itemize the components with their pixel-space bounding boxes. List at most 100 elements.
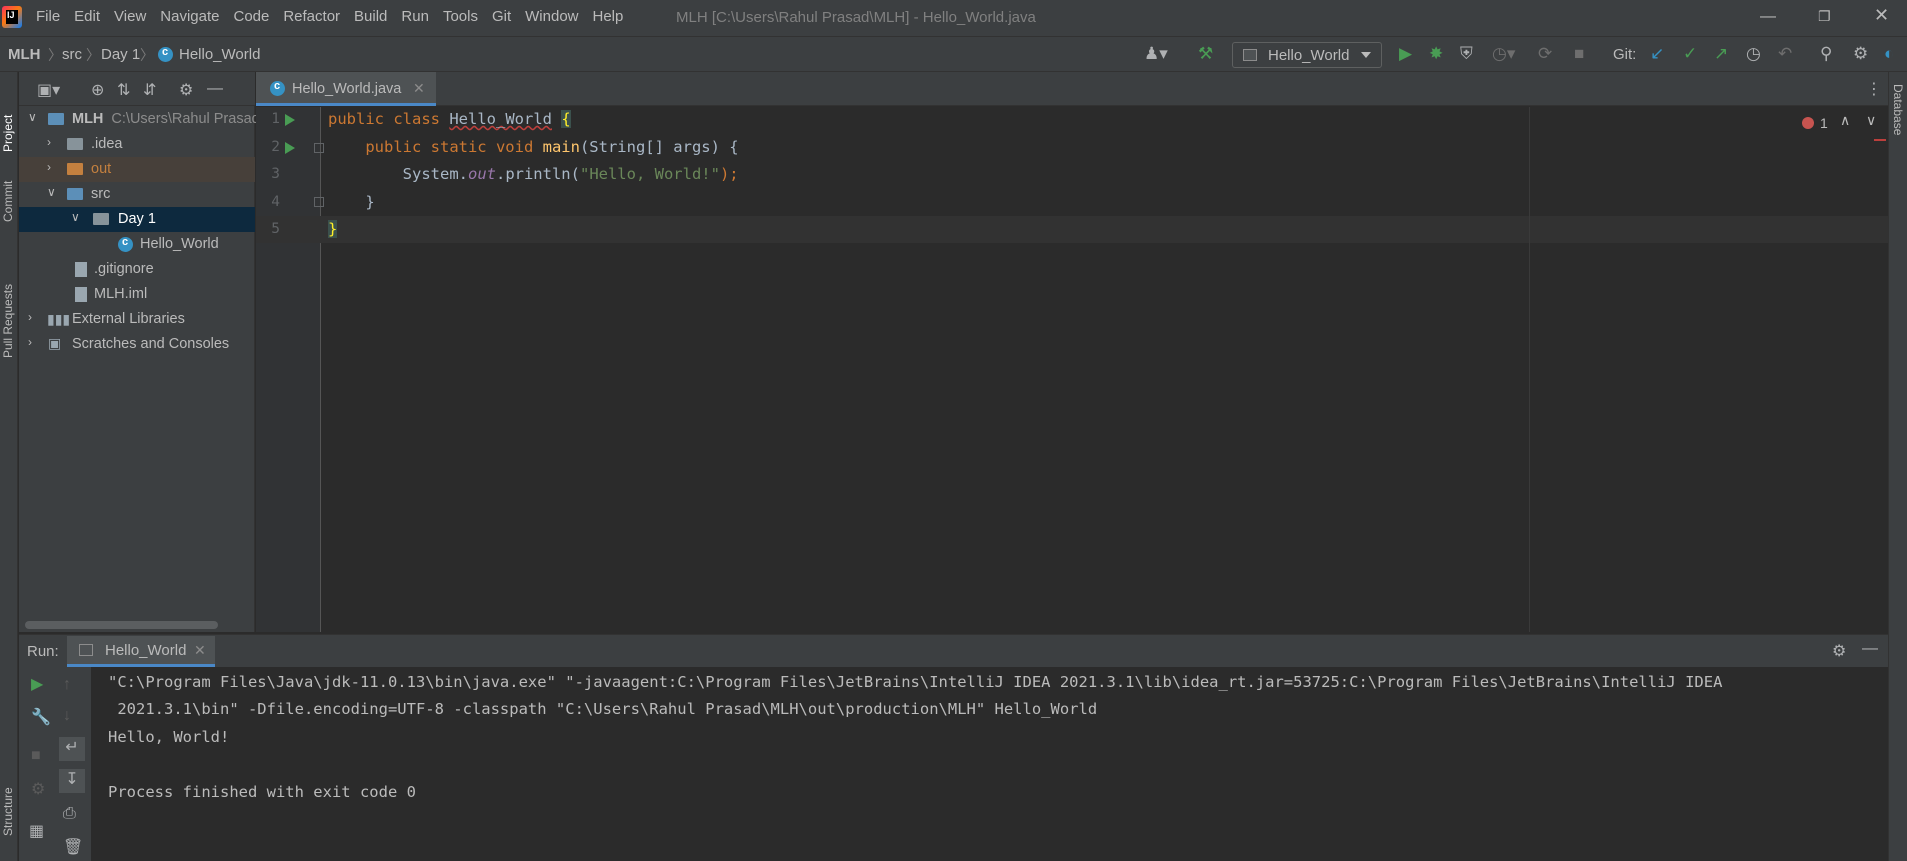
tree-item-day1[interactable]: ∨ Day 1	[19, 207, 255, 232]
settings-gear-icon[interactable]: ⚙	[179, 80, 193, 100]
title-menu-bar: IJ File Edit View Navigate Code Refactor…	[0, 0, 1907, 36]
tree-item-label: External Libraries	[72, 311, 185, 327]
project-horizontal-scrollbar[interactable]	[25, 621, 218, 629]
debug-bug-icon[interactable]: ✸	[1429, 45, 1443, 63]
close-icon[interactable]: ✕	[1874, 5, 1889, 26]
run-gutter-icon[interactable]	[285, 142, 295, 154]
tree-item-external-libraries[interactable]: › ▮▮▮ External Libraries	[19, 307, 255, 332]
tree-item-out[interactable]: › out	[19, 157, 255, 182]
minimize-icon[interactable]: —	[1760, 8, 1776, 26]
menu-navigate[interactable]: Navigate	[160, 8, 219, 25]
down-arrow-icon[interactable]: ↓	[63, 707, 71, 725]
breadcrumb-separator-icon: 〉	[140, 47, 154, 63]
stop-icon[interactable]: ■	[31, 747, 41, 765]
rerun-icon[interactable]: ▶	[31, 674, 43, 694]
plugin-icon[interactable]: ◐	[1884, 45, 1894, 63]
tool-tab-structure[interactable]: Structure	[1, 766, 15, 836]
menu-view[interactable]: View	[114, 8, 146, 25]
error-icon[interactable]	[1802, 117, 1814, 129]
folder-icon	[48, 113, 64, 125]
breadcrumb-src[interactable]: src	[62, 46, 82, 63]
close-tab-icon[interactable]: ✕	[413, 80, 425, 97]
git-push-icon[interactable]: ↗	[1714, 45, 1728, 63]
menu-code[interactable]: Code	[233, 8, 269, 25]
tree-item-label: out	[91, 161, 112, 177]
layout-icon[interactable]: ▦	[29, 821, 44, 841]
locate-file-icon[interactable]: ⊕	[91, 80, 104, 100]
tree-item-gitignore[interactable]: .gitignore	[19, 257, 255, 282]
next-highlight-icon[interactable]: ∨	[1866, 112, 1876, 129]
error-count[interactable]: 1	[1820, 115, 1828, 131]
tool-tab-commit[interactable]: Commit	[1, 166, 15, 222]
java-class-icon	[118, 236, 133, 252]
attach-debugger-icon[interactable]: ⟳	[1538, 45, 1552, 63]
search-icon[interactable]: ⚲	[1820, 45, 1832, 63]
restore-icon[interactable]: ❐	[1818, 8, 1831, 25]
stop-icon[interactable]: ■	[1574, 45, 1584, 63]
code-editor[interactable]	[322, 107, 1888, 632]
run-with-coverage-icon[interactable]: ⛨	[1460, 45, 1473, 63]
git-commit-icon[interactable]: ✓	[1683, 45, 1697, 63]
git-update-icon[interactable]: ↙	[1650, 45, 1664, 63]
run-tab-hello-world[interactable]: Hello_World ✕	[67, 636, 215, 667]
tree-item-mlh-iml[interactable]: MLH.iml	[19, 282, 255, 307]
fold-marker-icon[interactable]	[314, 197, 324, 207]
print-icon[interactable]: ⎙	[63, 805, 76, 823]
tree-item-path: C:\Users\Rahul Prasad	[111, 111, 260, 127]
console-output[interactable]	[92, 667, 1888, 861]
profile-icon[interactable]: ◷▾	[1492, 45, 1515, 63]
menu-git[interactable]: Git	[492, 8, 511, 25]
hide-panel-icon[interactable]: —	[1862, 640, 1878, 658]
previous-highlight-icon[interactable]: ∧	[1840, 112, 1850, 129]
tool-tab-project[interactable]: Project	[1, 80, 15, 152]
git-label: Git:	[1613, 46, 1637, 63]
collapse-all-icon[interactable]: ⇵	[143, 80, 156, 100]
build-hammer-icon[interactable]: ⚒	[1198, 45, 1213, 63]
run-icon[interactable]: ▶	[1399, 45, 1412, 63]
settings-gear-icon[interactable]: ⚙	[1832, 641, 1846, 661]
modify-run-config-wrench-icon[interactable]: 🔧	[31, 707, 51, 727]
run-gutter-icon[interactable]	[285, 114, 295, 126]
line-number: 4	[271, 194, 280, 210]
up-arrow-icon[interactable]: ↑	[63, 676, 71, 694]
tool-tab-database[interactable]: Database	[1891, 84, 1905, 164]
menu-file[interactable]: File	[36, 8, 60, 25]
tree-item-project-root[interactable]: ∨ MLH C:\Users\Rahul Prasad	[19, 107, 260, 132]
restore-layout-icon[interactable]: ⚙	[31, 779, 45, 799]
git-history-icon[interactable]: ◷	[1746, 45, 1761, 63]
hide-panel-icon[interactable]: —	[207, 80, 223, 98]
tree-item-hello-world[interactable]: Hello_World	[19, 232, 255, 257]
run-configuration-select[interactable]: Hello_World	[1232, 42, 1382, 68]
fold-marker-icon[interactable]	[314, 143, 324, 153]
git-rollback-icon[interactable]: ↶	[1778, 45, 1792, 63]
main-menu: File Edit View Navigate Code Refactor Bu…	[36, 8, 623, 25]
error-stripe-mark[interactable]	[1874, 139, 1886, 141]
tree-item-scratches[interactable]: › ▣ Scratches and Consoles	[19, 332, 255, 357]
close-tab-icon[interactable]: ✕	[194, 642, 206, 659]
tool-tab-pull-requests[interactable]: Pull Requests	[1, 256, 15, 358]
breadcrumb-day1[interactable]: Day 1	[101, 46, 140, 63]
tree-item-label: Day 1	[118, 211, 156, 227]
menu-build[interactable]: Build	[354, 8, 387, 25]
menu-run[interactable]: Run	[401, 8, 429, 25]
tree-item-idea[interactable]: › .idea	[19, 132, 255, 157]
breadcrumb-file[interactable]: Hello_World	[179, 46, 260, 63]
chevron-right-icon: ›	[47, 135, 51, 149]
menu-help[interactable]: Help	[593, 8, 624, 25]
settings-gear-icon[interactable]: ⚙	[1853, 45, 1868, 63]
clear-trash-icon[interactable]: 🗑	[63, 837, 83, 857]
expand-all-icon[interactable]: ⇅	[117, 80, 130, 100]
menu-refactor[interactable]: Refactor	[283, 8, 340, 25]
menu-window[interactable]: Window	[525, 8, 578, 25]
scroll-to-end-icon[interactable]: ↧	[59, 769, 85, 793]
soft-wrap-icon[interactable]: ↵	[59, 737, 85, 761]
breadcrumb-project[interactable]: MLH	[8, 46, 41, 63]
menu-tools[interactable]: Tools	[443, 8, 478, 25]
menu-edit[interactable]: Edit	[74, 8, 100, 25]
tree-item-src[interactable]: ∨ src	[19, 182, 255, 207]
view-mode-icon[interactable]: ▣▾	[37, 80, 60, 100]
account-icon[interactable]: ♟▾	[1144, 45, 1168, 63]
code-line-2: public static void main(String[] args) {	[365, 138, 739, 156]
more-vertical-icon[interactable]: ⋮	[1866, 79, 1882, 99]
editor-tab-hello-world[interactable]: Hello_World.java ✕	[256, 72, 436, 106]
